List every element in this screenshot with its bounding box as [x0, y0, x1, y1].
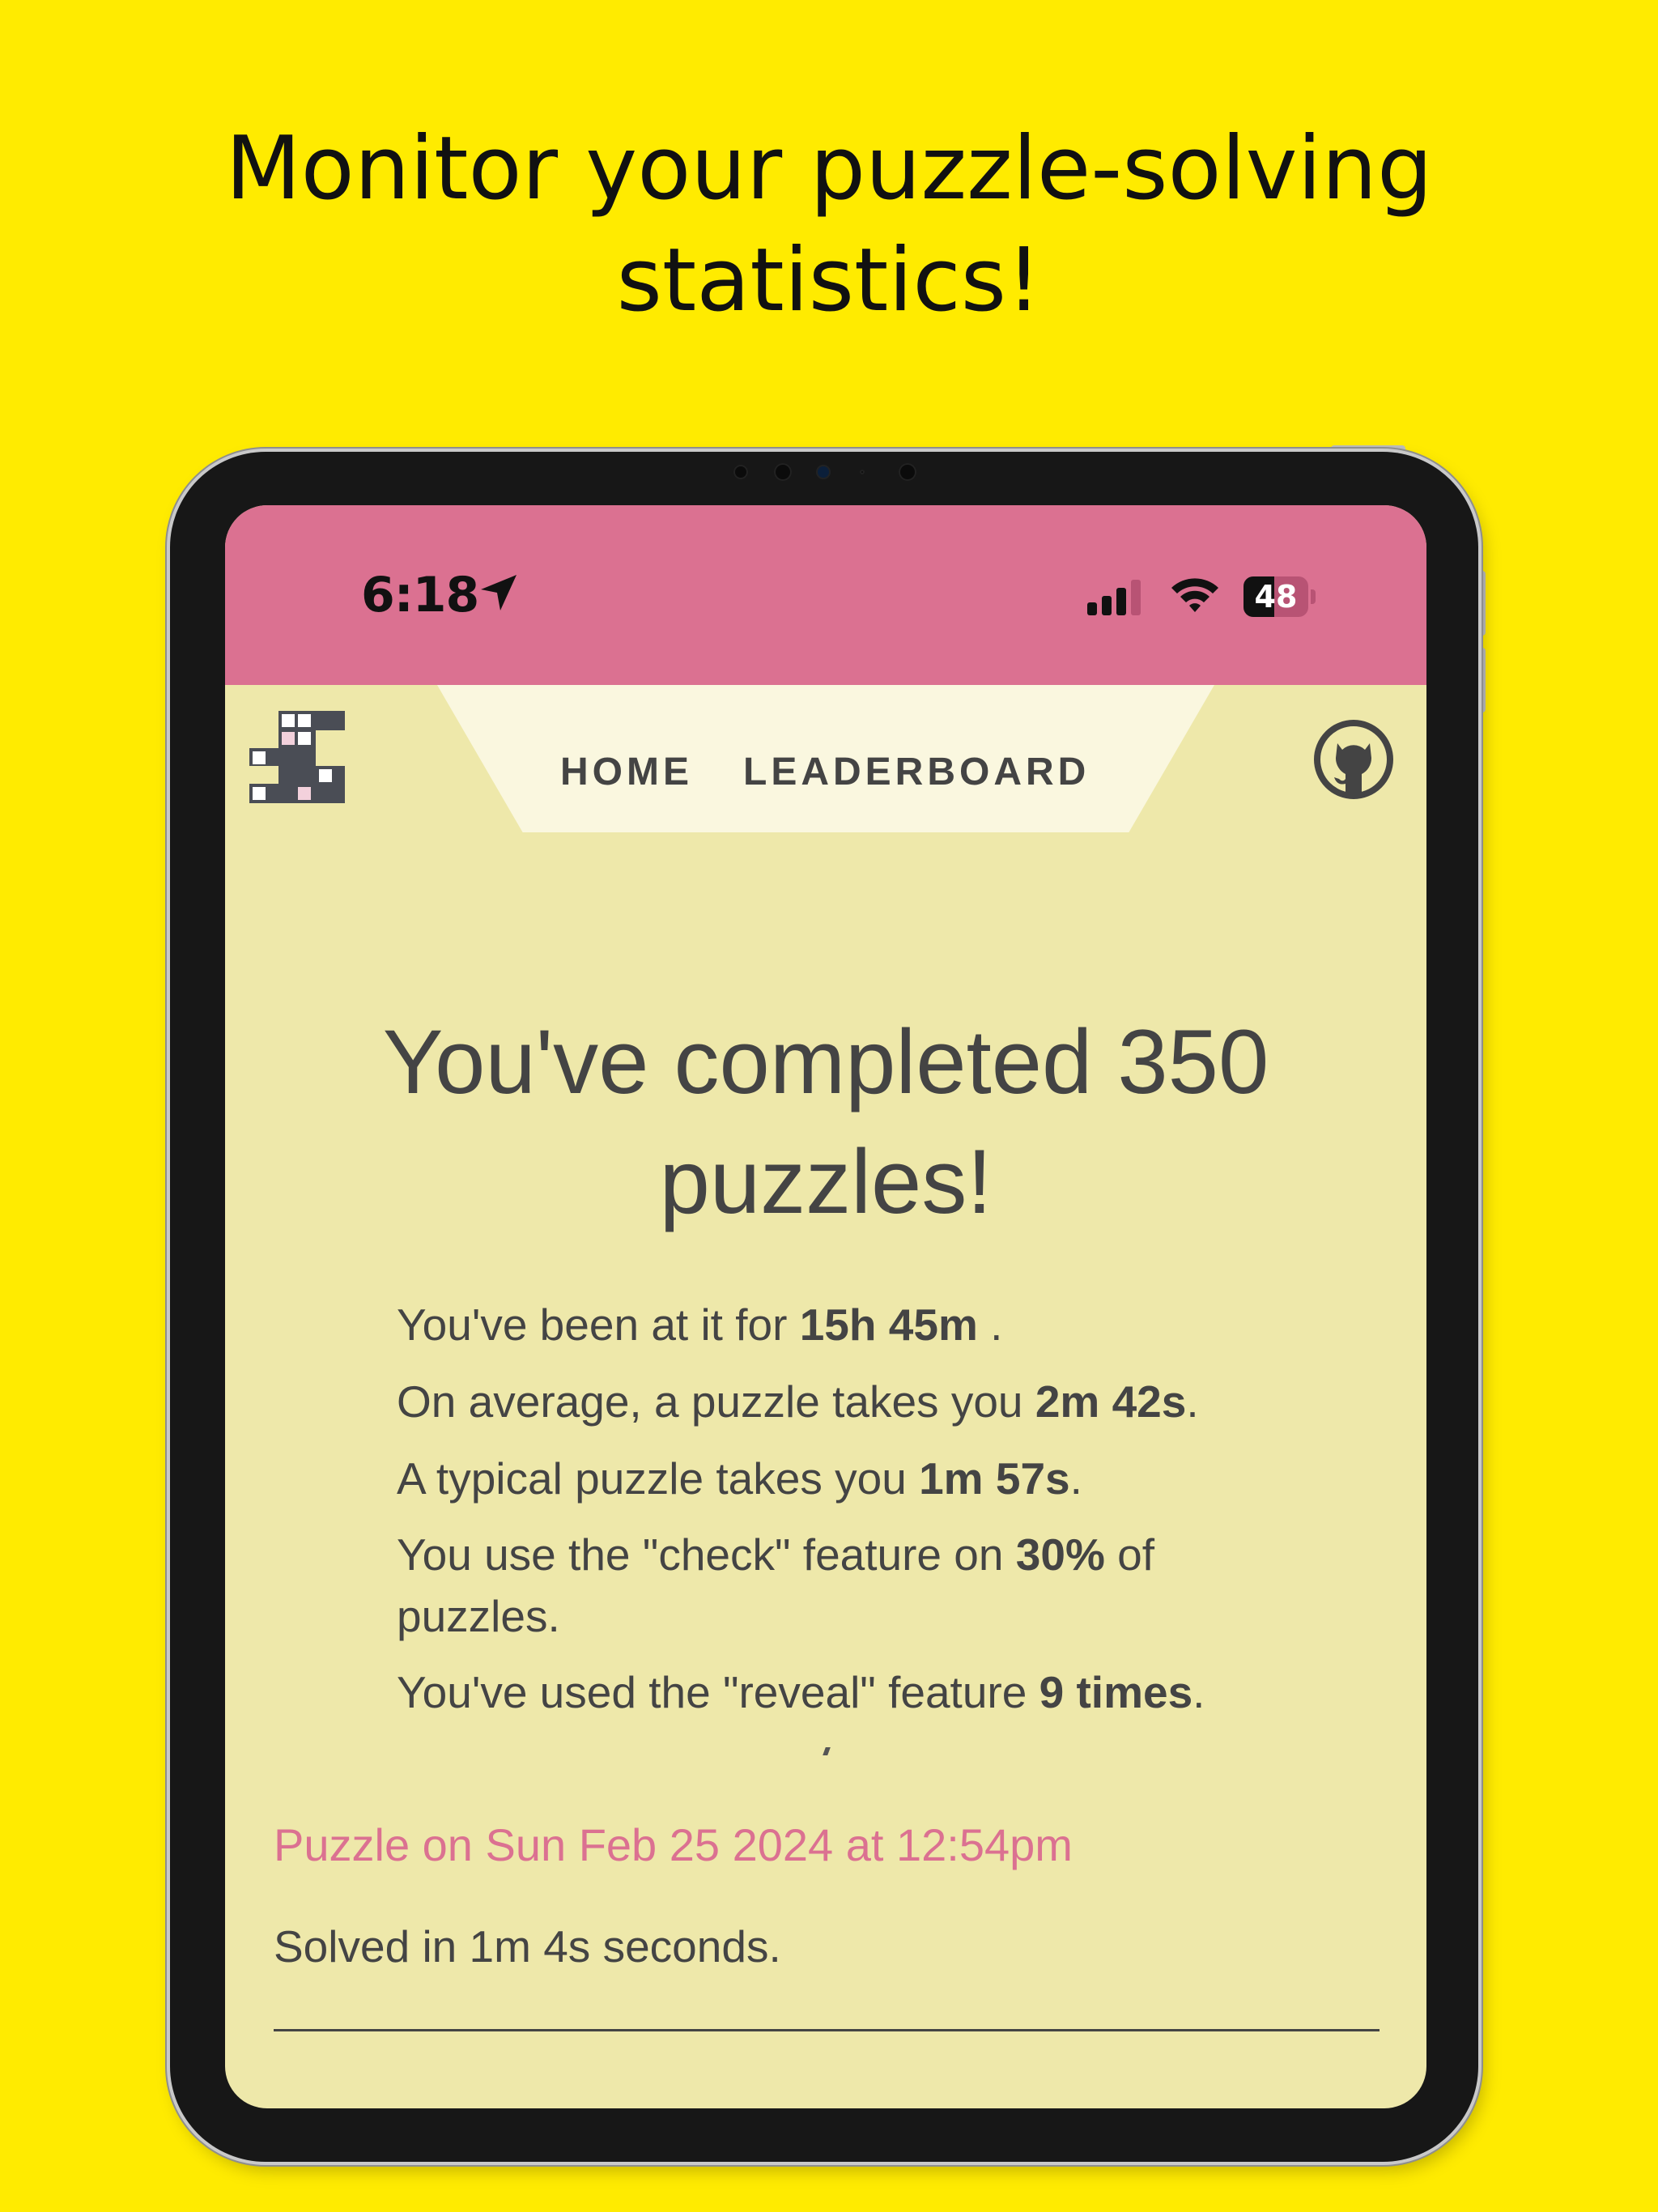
crossword-logo-icon[interactable]	[249, 708, 348, 806]
battery-icon: 48	[1244, 576, 1316, 617]
stat-time-spent: You've been at it for 15h 45m .	[397, 1300, 1003, 1350]
stat-value: 15h 45m	[799, 1300, 978, 1350]
promo-headline: Monitor your puzzle-solving statistics!	[0, 113, 1658, 337]
github-icon[interactable]	[1313, 719, 1394, 800]
stat-check-usage-continued: puzzles.	[397, 1591, 560, 1641]
headline-line-1: Monitor your puzzle-solving	[225, 118, 1433, 219]
stat-check-usage: You use the "check" feature on 30% of	[397, 1529, 1155, 1580]
stat-average-time: On average, a puzzle takes you 2m 42s.	[397, 1376, 1199, 1427]
status-time: 6:18	[361, 567, 479, 623]
sensor-dot	[899, 463, 916, 481]
nav-home-link[interactable]: HOME	[560, 750, 693, 794]
front-camera	[816, 465, 831, 479]
loading-mark	[823, 1747, 831, 1755]
wifi-icon	[1171, 578, 1218, 612]
nav-leaderboard-link[interactable]: LEADERBOARD	[743, 750, 1090, 794]
completed-line-1: You've completed 350	[382, 1011, 1269, 1112]
tablet-volume-up-button	[1478, 571, 1486, 636]
puzzle-entry-solved-time: Solved in 1m 4s seconds.	[274, 1921, 781, 1972]
tablet-frame: 6:18 48 HOME LEADERBOARD You've complete…	[170, 452, 1478, 2162]
signal-icon	[1087, 580, 1141, 615]
app-screen: 6:18 48 HOME LEADERBOARD You've complete…	[225, 505, 1426, 2108]
sensor-dot	[860, 470, 865, 474]
stat-value: 2m 42s	[1035, 1376, 1187, 1427]
puzzle-entry-title[interactable]: Puzzle on Sun Feb 25 2024 at 12:54pm	[274, 1819, 1073, 1871]
completed-line-2: puzzles!	[659, 1131, 993, 1232]
headline-line-2: statistics!	[616, 230, 1042, 331]
sensor-dot	[774, 463, 792, 481]
stat-value: 30%	[1015, 1529, 1105, 1580]
stat-value: 9 times	[1039, 1667, 1193, 1717]
tablet-volume-down-button	[1478, 648, 1486, 713]
location-arrow-icon	[481, 575, 517, 610]
entry-divider	[274, 2029, 1380, 2031]
stat-typical-time: A typical puzzle takes you 1m 57s.	[397, 1453, 1082, 1504]
completed-heading: You've completed 350 puzzles!	[225, 1002, 1426, 1242]
stat-reveal-usage: You've used the "reveal" feature 9 times…	[397, 1667, 1205, 1717]
sensor-dot	[733, 465, 748, 479]
stat-value: 1m 57s	[919, 1453, 1070, 1504]
status-bar: 6:18 48	[225, 505, 1426, 685]
battery-percent: 48	[1254, 579, 1298, 615]
